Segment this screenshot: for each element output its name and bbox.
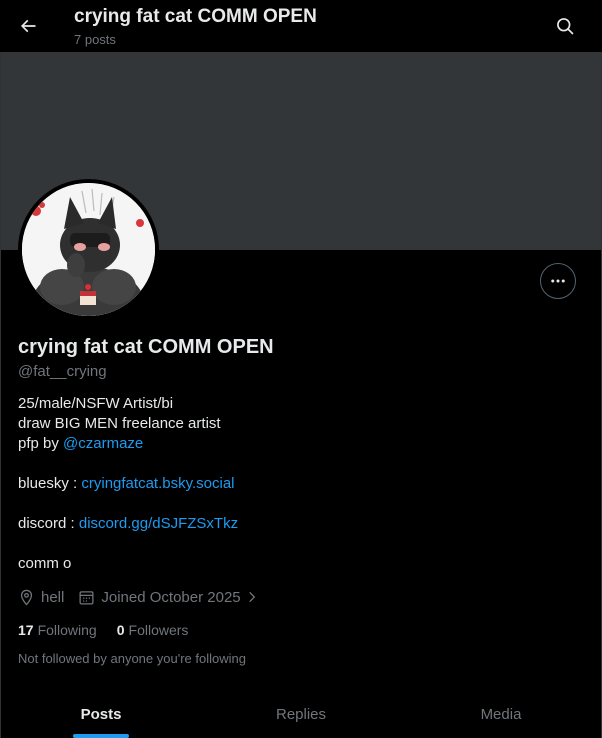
bluesky-link[interactable]: cryingfatcat.bsky.social	[81, 475, 234, 492]
header-title: crying fat cat COMM OPEN	[74, 6, 317, 27]
profile-tabs: Posts Replies Media	[1, 690, 601, 738]
header-post-count: 7 posts	[74, 32, 116, 47]
avatar-image	[22, 183, 155, 316]
location-text: hell	[41, 588, 65, 606]
bio-line: discord : discord.gg/dSJFZSxTkz	[18, 514, 238, 534]
followers-count: 0	[116, 622, 125, 638]
joined-item[interactable]: Joined October 2025	[78, 589, 258, 606]
discord-label: discord :	[18, 515, 79, 532]
more-options-button[interactable]	[540, 263, 576, 299]
search-icon	[557, 18, 574, 35]
calendar-icon	[79, 590, 94, 605]
bio-text: pfp by	[18, 435, 64, 452]
bio-line: comm o	[18, 555, 72, 572]
back-button[interactable]	[12, 10, 44, 42]
not-followed-notice: Not followed by anyone you're following	[18, 651, 246, 666]
pfp-credit-link[interactable]: @czarmaze	[63, 435, 143, 452]
follow-stats: 17 Following 0 Followers	[18, 620, 208, 640]
tab-label: Media	[480, 706, 522, 723]
search-button[interactable]	[549, 10, 581, 42]
more-horizontal-icon	[551, 279, 565, 283]
profile-display-name: crying fat cat COMM OPEN	[18, 336, 274, 358]
avatar[interactable]	[18, 179, 159, 320]
followers-label: Followers	[128, 622, 189, 638]
profile-bio: 25/male/NSFW Artist/bi draw BIG MEN free…	[18, 394, 238, 574]
following-link[interactable]: 17 Following	[18, 622, 97, 638]
tab-label: Replies	[275, 706, 327, 723]
chevron-right-icon	[248, 591, 255, 603]
following-count: 17	[18, 622, 34, 638]
tab-posts[interactable]: Posts	[1, 690, 201, 738]
tab-media[interactable]: Media	[401, 690, 601, 738]
joined-text: Joined October 2025	[101, 588, 241, 606]
active-tab-indicator	[73, 734, 129, 738]
bio-line: 25/male/NSFW Artist/bi	[18, 395, 174, 412]
profile-handle: @fat__crying	[18, 363, 107, 380]
bio-line: draw BIG MEN freelance artist	[18, 415, 221, 432]
followers-link[interactable]: 0 Followers	[117, 622, 189, 638]
location-item: hell	[18, 589, 64, 606]
bio-line: pfp by @czarmaze	[18, 434, 238, 454]
discord-link[interactable]: discord.gg/dSJFZSxTkz	[79, 515, 238, 532]
bluesky-label: bluesky :	[18, 475, 82, 492]
top-bar: crying fat cat COMM OPEN 7 posts	[0, 0, 602, 52]
tab-replies[interactable]: Replies	[201, 690, 401, 738]
following-label: Following	[37, 622, 97, 638]
bio-line: bluesky : cryingfatcat.bsky.social	[18, 474, 238, 494]
back-arrow-icon	[20, 19, 36, 33]
profile-meta: hell Joined October 2025	[18, 586, 273, 608]
tab-label: Posts	[80, 706, 122, 723]
location-pin-icon	[20, 589, 33, 606]
